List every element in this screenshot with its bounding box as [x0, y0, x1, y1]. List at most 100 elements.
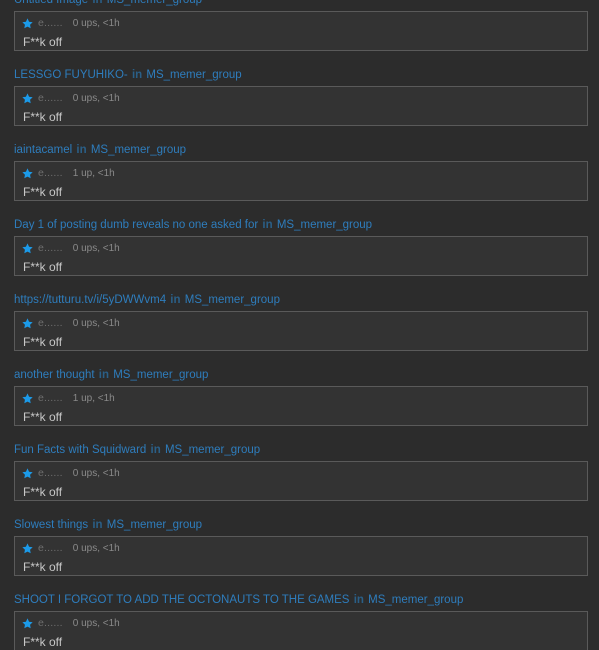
comment-meta-row: e...... 0 ups, <1h	[21, 16, 581, 30]
post-title-link[interactable]: Untitled Image	[14, 0, 88, 6]
post-title-link[interactable]: Day 1 of posting dumb reveals no one ask…	[14, 219, 258, 231]
post-title-link[interactable]: LESSGO FUYUHIKO-	[14, 69, 128, 81]
comment-meta-row: e...... 0 ups, <1h	[21, 541, 581, 555]
comment-card: e...... 1 up, <1h F**k off	[14, 386, 588, 426]
comment-author[interactable]: e......	[38, 542, 63, 554]
entry-spacer	[0, 201, 599, 213]
feed-entry: Slowest things in MS_memer_group e...... 0…	[0, 513, 599, 588]
feed-entry: iaintacamel in MS_memer_group e...... 1 up…	[0, 138, 599, 213]
comment-meta-row: e...... 0 ups, <1h	[21, 616, 581, 630]
entry-spacer	[0, 576, 599, 588]
in-separator: in	[98, 369, 110, 381]
in-separator: in	[76, 144, 87, 156]
comment-score-and-age: 0 ups, <1h	[72, 467, 120, 479]
subreddit-link[interactable]: MS_memer_group	[113, 369, 208, 381]
subreddit-link[interactable]: MS_memer_group	[368, 594, 463, 606]
comment-meta-row: e...... 0 ups, <1h	[21, 316, 581, 330]
in-separator: in	[170, 294, 181, 306]
comment-body: F**k off	[23, 35, 63, 49]
subreddit-link[interactable]: MS_memer_group	[146, 69, 241, 81]
comment-card: e...... 1 up, <1h F**k off	[14, 161, 588, 201]
comment-author[interactable]: e......	[38, 167, 63, 179]
comment-meta-row: e...... 0 ups, <1h	[21, 466, 581, 480]
subreddit-link[interactable]: MS_memer_group	[165, 444, 260, 456]
post-title-link[interactable]: iaintacamel	[14, 144, 72, 156]
comment-author[interactable]: e......	[38, 467, 63, 479]
comment-author[interactable]: e......	[38, 17, 63, 29]
feed-entry: Day 1 of posting dumb reveals no one ask…	[0, 213, 599, 288]
post-title-row: another thought in MS_memer_group	[0, 363, 599, 386]
post-title-row: LESSGO FUYUHIKO- in MS_memer_group	[0, 63, 599, 86]
comment-score-and-age: 0 ups, <1h	[72, 92, 120, 104]
post-title-link[interactable]: SHOOT I FORGOT TO ADD THE OCTONAUTS TO T…	[14, 594, 349, 606]
entry-spacer	[0, 276, 599, 288]
feed-entry: https://tutturu.tv/i/5yDWWvm4 in MS_meme…	[0, 288, 599, 363]
subreddit-link[interactable]: MS_memer_group	[107, 0, 202, 6]
comment-body: F**k off	[23, 335, 63, 349]
star-icon	[21, 167, 34, 180]
post-title-row: iaintacamel in MS_memer_group	[0, 138, 599, 161]
comment-card: e...... 0 ups, <1h F**k off	[14, 461, 588, 501]
comment-card: e...... 0 ups, <1h F**k off	[14, 236, 588, 276]
entry-spacer	[0, 426, 599, 438]
comment-author[interactable]: e......	[38, 242, 63, 254]
entry-spacer	[0, 51, 599, 63]
entry-spacer	[0, 126, 599, 138]
in-separator: in	[262, 219, 273, 231]
subreddit-link[interactable]: MS_memer_group	[91, 144, 186, 156]
star-icon	[21, 92, 34, 105]
post-title-link[interactable]: another thought	[14, 369, 95, 381]
in-separator: in	[92, 519, 103, 531]
comment-score-and-age: 1 up, <1h	[72, 392, 115, 404]
comment-body: F**k off	[23, 560, 63, 574]
comment-score-and-age: 0 ups, <1h	[72, 17, 120, 29]
comment-score-and-age: 0 ups, <1h	[72, 617, 120, 629]
in-separator: in	[150, 444, 161, 456]
star-icon	[21, 542, 34, 555]
star-icon	[21, 392, 34, 405]
comment-body: F**k off	[23, 410, 63, 424]
star-icon	[21, 242, 34, 255]
comment-meta-row: e...... 1 up, <1h	[21, 391, 581, 405]
comment-card: e...... 0 ups, <1h F**k off	[14, 311, 588, 351]
post-title-row: SHOOT I FORGOT TO ADD THE OCTONAUTS TO T…	[0, 588, 599, 611]
star-icon	[21, 617, 34, 630]
subreddit-link[interactable]: MS_memer_group	[107, 519, 202, 531]
comment-feed-page: Untitled Image in MS_memer_group e...... 0…	[0, 0, 599, 650]
feed-entry: SHOOT I FORGOT TO ADD THE OCTONAUTS TO T…	[0, 588, 599, 650]
post-title-row: Day 1 of posting dumb reveals no one ask…	[0, 213, 599, 236]
star-icon	[21, 317, 34, 330]
comment-body: F**k off	[23, 185, 63, 199]
feed-entry: Untitled Image in MS_memer_group e...... 0…	[0, 0, 599, 63]
comment-author[interactable]: e......	[38, 92, 63, 104]
comment-author[interactable]: e......	[38, 617, 63, 629]
subreddit-link[interactable]: MS_memer_group	[277, 219, 372, 231]
subreddit-link[interactable]: MS_memer_group	[185, 294, 280, 306]
comment-card: e...... 0 ups, <1h F**k off	[14, 11, 588, 51]
in-separator: in	[92, 0, 103, 6]
comment-card: e...... 0 ups, <1h F**k off	[14, 86, 588, 126]
feed-entry: LESSGO FUYUHIKO- in MS_memer_group e.....…	[0, 63, 599, 138]
comment-score-and-age: 0 ups, <1h	[72, 242, 120, 254]
comment-author[interactable]: e......	[38, 317, 63, 329]
post-title-row: Untitled Image in MS_memer_group	[0, 0, 599, 11]
star-icon	[21, 17, 34, 30]
comment-score-and-age: 0 ups, <1h	[72, 542, 120, 554]
in-separator: in	[131, 69, 143, 81]
feed-entry: Fun Facts with Squidward in MS_memer_gro…	[0, 438, 599, 513]
comment-card: e...... 0 ups, <1h F**k off	[14, 611, 588, 650]
entry-spacer	[0, 351, 599, 363]
comment-meta-row: e...... 0 ups, <1h	[21, 91, 581, 105]
post-title-link[interactable]: Slowest things	[14, 519, 88, 531]
comment-author[interactable]: e......	[38, 392, 63, 404]
post-title-row: https://tutturu.tv/i/5yDWWvm4 in MS_meme…	[0, 288, 599, 311]
comment-body: F**k off	[23, 110, 63, 124]
comment-body: F**k off	[23, 260, 63, 274]
post-title-link[interactable]: Fun Facts with Squidward	[14, 444, 146, 456]
comment-meta-row: e...... 0 ups, <1h	[21, 241, 581, 255]
post-title-row: Slowest things in MS_memer_group	[0, 513, 599, 536]
entry-spacer	[0, 501, 599, 513]
post-title-link[interactable]: https://tutturu.tv/i/5yDWWvm4	[14, 294, 166, 306]
comment-card: e...... 0 ups, <1h F**k off	[14, 536, 588, 576]
comment-feed-list: Untitled Image in MS_memer_group e...... 0…	[0, 0, 599, 650]
